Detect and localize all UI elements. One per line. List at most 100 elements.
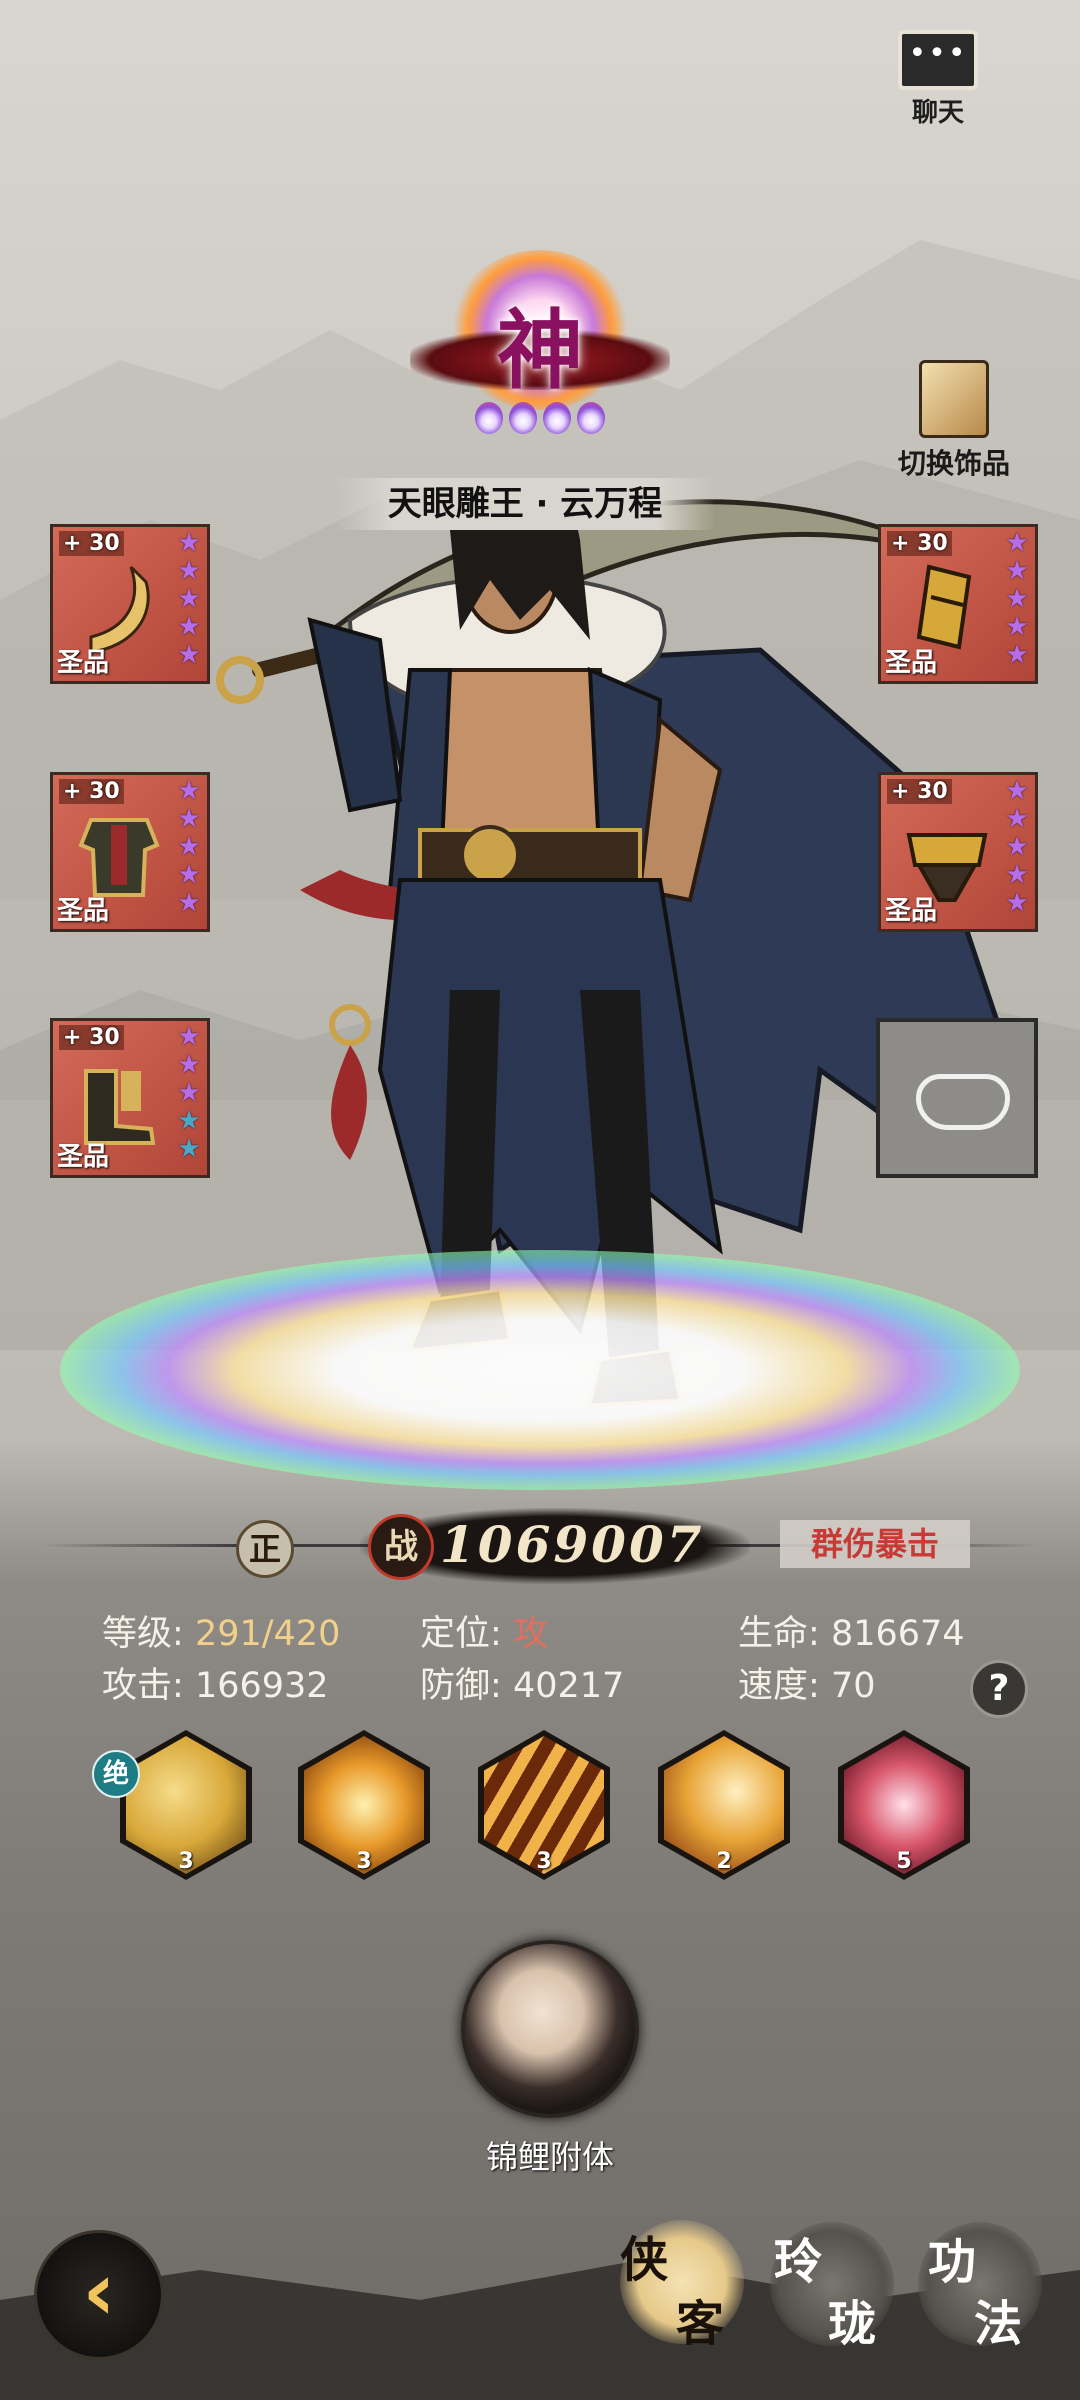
equip-grade: 圣品 [885, 896, 938, 926]
star-icon: ★ [177, 1050, 201, 1080]
star-icon: ★ [177, 804, 201, 834]
equip-stars: ★ ★ ★ ★ ★ [177, 1023, 205, 1163]
stat-value: 166932 [194, 1666, 329, 1706]
help-icon[interactable]: ? [970, 1660, 1028, 1718]
equip-stars: ★ ★ ★ ★ ★ [177, 777, 205, 917]
back-arrow-icon[interactable]: ‹ [34, 2230, 164, 2360]
tab-char: 侠 [620, 2232, 669, 2288]
equip-plus: + 30 [887, 779, 952, 804]
companion-button[interactable]: 锦鲤附体 [450, 1940, 650, 2180]
star-icon: ★ [1005, 612, 1029, 642]
star-icon: ★ [1005, 776, 1029, 806]
equip-plus: + 30 [59, 779, 124, 804]
stat-value: 40217 [512, 1666, 625, 1706]
chat-button[interactable]: ••• 聊天 [896, 30, 980, 128]
stat-hp: 生命: 816674 [738, 1610, 965, 1658]
skill-level: 2 [716, 1849, 732, 1874]
combat-power-value: 1069007 [440, 1515, 705, 1574]
combat-power-bar: 正 战 1069007 群伤暴击 [0, 1500, 1080, 1590]
star-icon: ★ [1005, 584, 1029, 614]
stats-panel: 等级: 291/420 定位: 攻 生命: 816674 攻击: 166932 … [0, 1590, 1080, 1710]
stat-speed: 速度: 70 [738, 1662, 875, 1710]
rainbow-platform [60, 1250, 1020, 1490]
rank-star-icon [475, 402, 503, 434]
star-icon: ★ [177, 1022, 201, 1052]
combat-power-icon: 战 [368, 1514, 434, 1580]
star-icon: ★ [177, 612, 201, 642]
skill-slot-5[interactable]: 5 [838, 1730, 970, 1880]
star-icon: ★ [177, 640, 201, 670]
ornament-card-icon [919, 360, 989, 438]
equip-slot-accessory-empty[interactable] [876, 1018, 1038, 1178]
star-icon: ★ [1005, 804, 1029, 834]
stat-defense: 防御: 40217 [420, 1662, 624, 1710]
stat-label: 定位: [420, 1614, 502, 1654]
switch-ornament-button[interactable]: 切换饰品 [884, 360, 1024, 480]
stat-label: 速度: [738, 1666, 820, 1706]
star-icon: ★ [177, 1134, 201, 1164]
hero-trait: 群伤暴击 [780, 1520, 970, 1568]
tab-char: 客 [676, 2296, 725, 2352]
rank-star-icon [509, 402, 537, 434]
tab-char: 法 [974, 2296, 1023, 2352]
stat-value: 攻 [512, 1614, 548, 1654]
rank-stars [475, 402, 605, 438]
star-icon: ★ [1005, 860, 1029, 890]
companion-label: 锦鲤附体 [485, 2138, 614, 2176]
tab-char: 功 [928, 2234, 977, 2290]
star-icon: ★ [177, 528, 201, 558]
star-icon: ★ [1005, 640, 1029, 670]
star-icon: ★ [177, 1078, 201, 1108]
tab-linglong[interactable]: 玲 珑 [770, 2222, 894, 2352]
tab-char: 珑 [828, 2296, 877, 2352]
equip-stars: ★ ★ ★ ★ ★ [1005, 777, 1033, 917]
equip-grade: 圣品 [57, 1142, 110, 1172]
star-icon: ★ [1005, 888, 1029, 918]
equip-plus: + 30 [59, 1025, 124, 1050]
stat-value: 816674 [830, 1614, 965, 1654]
speech-bubble-icon: ••• [898, 30, 978, 90]
equip-slot-bracer[interactable]: + 30 圣品 ★ ★ ★ ★ ★ [878, 524, 1038, 684]
ultimate-badge: 绝 [92, 1750, 140, 1798]
stat-label: 等级: [102, 1614, 184, 1654]
star-icon: ★ [177, 776, 201, 806]
equip-plus: + 30 [887, 531, 952, 556]
tab-xiake[interactable]: 侠 客 [620, 2220, 744, 2352]
stat-label: 防御: [420, 1666, 502, 1706]
hero-name: 天眼雕王 · 云万程 [335, 478, 715, 530]
stat-value: 70 [830, 1666, 876, 1706]
skill-slot-1[interactable]: 3 [120, 1730, 252, 1880]
skill-level: 3 [356, 1849, 372, 1874]
stat-value: 291/420 [194, 1614, 341, 1654]
equip-slot-belt[interactable]: + 30 圣品 ★ ★ ★ ★ ★ [878, 772, 1038, 932]
star-icon: ★ [177, 1106, 201, 1136]
skill-slot-3[interactable]: 3 [478, 1730, 610, 1880]
star-icon: ★ [177, 584, 201, 614]
stat-role: 定位: 攻 [420, 1610, 548, 1658]
tab-gongfa[interactable]: 功 法 [918, 2222, 1042, 2352]
star-icon: ★ [1005, 832, 1029, 862]
skill-level: 3 [178, 1849, 194, 1874]
equip-slot-boots[interactable]: + 30 圣品 ★ ★ ★ ★ ★ [50, 1018, 210, 1178]
skill-level: 5 [896, 1849, 912, 1874]
rank-star-icon [543, 402, 571, 434]
equip-stars: ★ ★ ★ ★ ★ [177, 529, 205, 669]
chat-label: 聊天 [911, 98, 964, 128]
equip-slot-weapon[interactable]: + 30 圣品 ★ ★ ★ ★ ★ [50, 524, 210, 684]
stat-label: 攻击: [102, 1666, 184, 1706]
companion-avatar [461, 1940, 639, 2118]
alignment-badge: 正 [236, 1520, 294, 1578]
equip-grade: 圣品 [57, 648, 110, 678]
equip-grade: 圣品 [885, 648, 938, 678]
rank-glyph: 神 [497, 300, 583, 401]
star-icon: ★ [1005, 528, 1029, 558]
accessory-slot-icon [916, 1074, 1010, 1130]
skill-slot-4[interactable]: 2 [658, 1730, 790, 1880]
rank-star-icon [577, 402, 605, 434]
star-icon: ★ [1005, 556, 1029, 586]
rank-badge: 神 [410, 250, 670, 450]
skill-slot-2[interactable]: 3 [298, 1730, 430, 1880]
star-icon: ★ [177, 832, 201, 862]
stat-attack: 攻击: 166932 [102, 1662, 329, 1710]
equip-slot-armor[interactable]: + 30 圣品 ★ ★ ★ ★ ★ [50, 772, 210, 932]
